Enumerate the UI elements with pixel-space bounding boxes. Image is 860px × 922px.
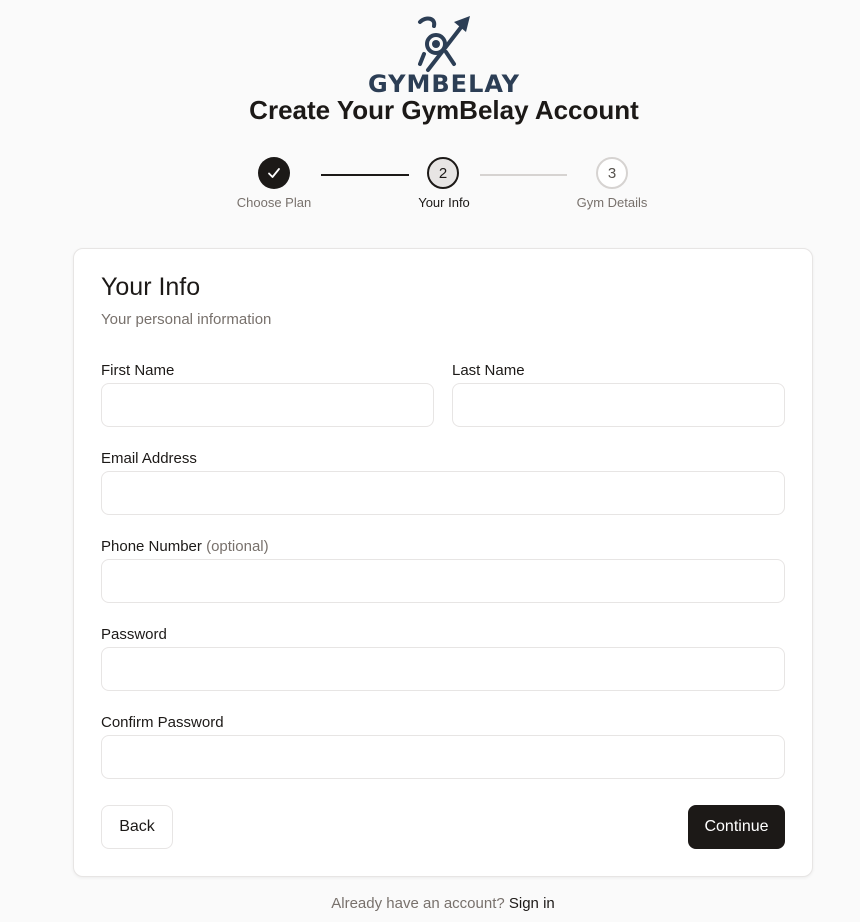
step-3-label: Gym Details — [576, 195, 648, 210]
step-connector-upcoming — [480, 174, 567, 176]
signup-stepper: Choose Plan 2 Your Info 3 Gym Details — [0, 0, 860, 230]
email-label: Email Address — [101, 450, 197, 467]
step-connector-complete — [321, 174, 409, 176]
check-icon — [268, 168, 280, 178]
last-name-input[interactable] — [452, 383, 785, 427]
password-label: Password — [101, 626, 167, 643]
signin-prompt-text: Already have an account? — [331, 895, 505, 912]
card-subtitle: Your personal information — [101, 311, 272, 328]
phone-label-text: Phone Number — [101, 538, 202, 555]
last-name-label: Last Name — [452, 362, 525, 379]
signin-prompt: Already have an account? Sign in — [0, 895, 860, 912]
back-button[interactable]: Back — [101, 805, 173, 849]
confirm-password-input[interactable] — [101, 735, 785, 779]
sign-in-link[interactable]: Sign in — [509, 895, 555, 912]
card-title: Your Info — [101, 273, 201, 301]
first-name-label: First Name — [101, 362, 175, 379]
step-3-indicator: 3 — [596, 157, 628, 189]
step-1-label: Choose Plan — [236, 195, 312, 210]
first-name-input[interactable] — [101, 383, 434, 427]
optional-hint: (optional) — [206, 538, 269, 555]
confirm-password-label: Confirm Password — [101, 714, 224, 731]
your-info-card: Your Info Your personal information Firs… — [73, 248, 813, 877]
email-input[interactable] — [101, 471, 785, 515]
step-2-label: Your Info — [418, 195, 470, 210]
step-2-indicator: 2 — [427, 157, 459, 189]
step-1-indicator — [258, 157, 290, 189]
continue-button[interactable]: Continue — [688, 805, 785, 849]
phone-label: Phone Number (optional) — [101, 538, 269, 555]
phone-input[interactable] — [101, 559, 785, 603]
password-input[interactable] — [101, 647, 785, 691]
